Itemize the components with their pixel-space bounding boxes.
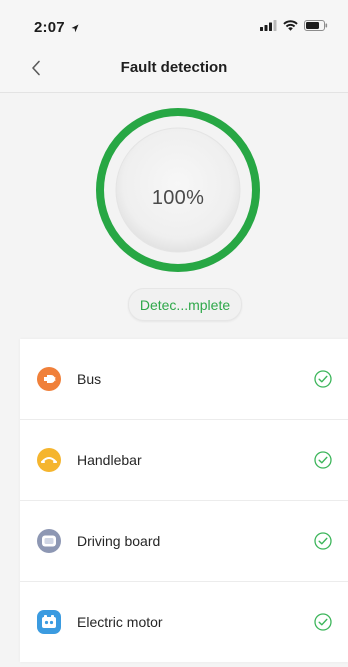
page-title: Fault detection xyxy=(120,59,228,76)
fault-detection-screen: 2:07 Fault detection 100% Detec...mplete… xyxy=(0,0,348,667)
progress-percentage: 100% xyxy=(151,187,205,209)
list-item-bus[interactable]: Bus xyxy=(20,339,348,420)
wifi-icon xyxy=(283,20,298,31)
navigation-bar: Fault detection xyxy=(0,44,348,93)
location-arrow-icon xyxy=(71,24,79,32)
progress-ring: 100% xyxy=(93,105,263,275)
status-time: 2:07 xyxy=(34,19,79,36)
plug-icon xyxy=(37,367,61,391)
list-item-handlebar[interactable]: Handlebar xyxy=(20,420,348,501)
battery-icon xyxy=(304,20,328,31)
list-item-label: Bus xyxy=(77,371,102,387)
list-item-label: Driving board xyxy=(77,533,161,549)
check-circle-icon xyxy=(314,532,332,550)
check-circle-icon xyxy=(314,451,332,469)
status-bar: 2:07 xyxy=(0,0,348,44)
list-item-electric-motor[interactable]: Electric motor xyxy=(20,582,348,662)
detection-status-button[interactable]: Detec...mplete xyxy=(128,288,242,321)
handlebar-icon xyxy=(37,448,61,472)
check-circle-icon xyxy=(314,613,332,631)
device-list: Bus Handlebar Driving board Electric mot… xyxy=(20,339,348,662)
detection-progress-section: 100% Detec...mplete xyxy=(0,93,348,333)
electric-motor-icon xyxy=(37,610,61,634)
cellular-signal-icon xyxy=(260,20,277,31)
list-item-label: Handlebar xyxy=(77,452,142,468)
status-icons xyxy=(260,20,328,31)
list-item-driving-board[interactable]: Driving board xyxy=(20,501,348,582)
list-item-label: Electric motor xyxy=(77,614,163,630)
check-circle-icon xyxy=(314,370,332,388)
driving-board-icon xyxy=(37,529,61,553)
